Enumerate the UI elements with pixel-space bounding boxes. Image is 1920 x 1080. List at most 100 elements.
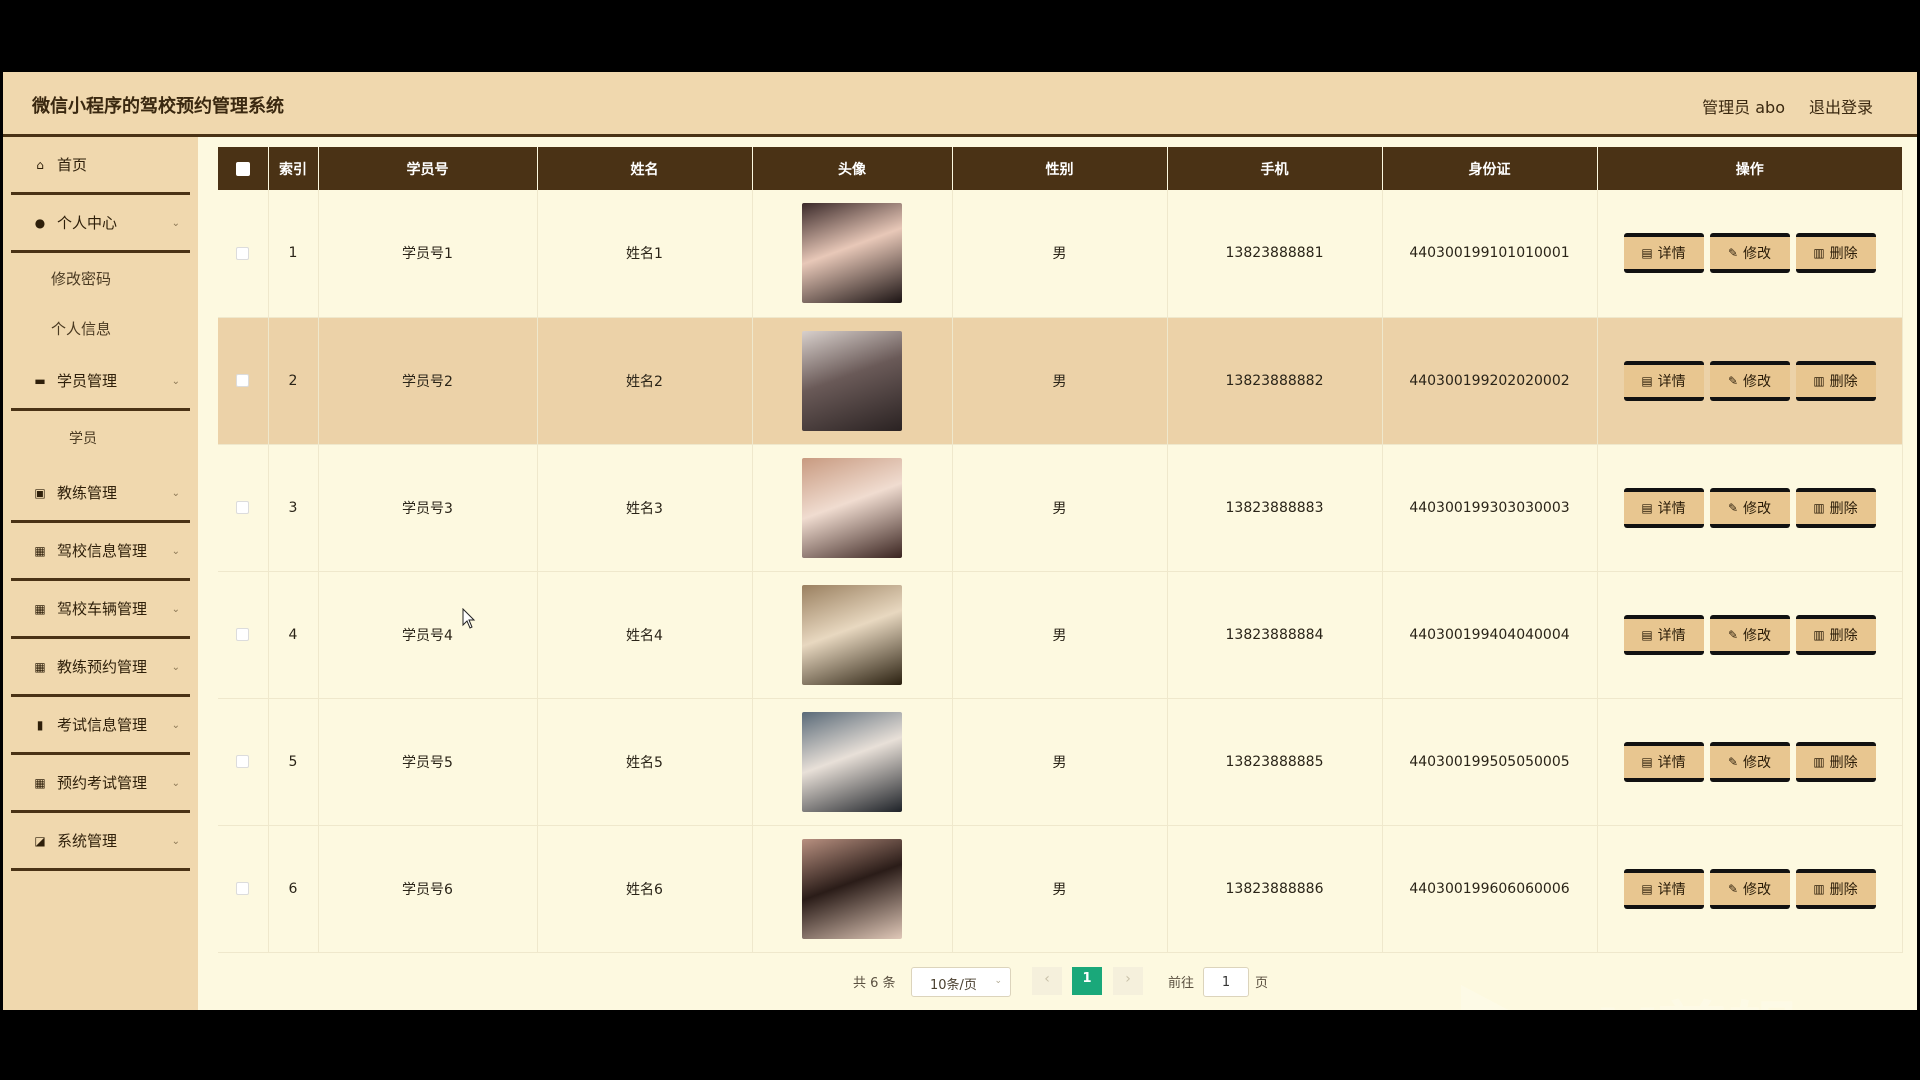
admin-user-label[interactable]: 管理员 abo xyxy=(1702,94,1785,118)
row-select-cell[interactable] xyxy=(218,571,269,699)
cell-gender: 男 xyxy=(952,317,1168,445)
cell-gender: 男 xyxy=(952,571,1168,699)
sidebar-item-exam-info-mgmt[interactable]: ▮ 考试信息管理 ⌄ xyxy=(11,697,190,755)
delete-button[interactable]: ▥ 删除 xyxy=(1795,614,1876,655)
cell-student-no: 学员号2 xyxy=(318,317,538,445)
table-row[interactable]: 6 学员号6 姓名6 男 13823888886 440300199606060006 ▤ 详… xyxy=(218,825,1903,953)
edit-button[interactable]: ✎ 修改 xyxy=(1709,360,1790,401)
next-page-button[interactable]: › xyxy=(1113,967,1143,995)
chevron-down-icon: ⌄ xyxy=(171,488,180,499)
cell-gender: 男 xyxy=(952,444,1168,572)
cell-student-no: 学员号6 xyxy=(318,825,538,953)
cell-name: 姓名2 xyxy=(537,317,753,445)
page-size-select[interactable]: 10条/页 ⌄ xyxy=(911,967,1011,997)
avatar[interactable] xyxy=(802,203,902,304)
row-select-cell[interactable] xyxy=(218,444,269,572)
avatar[interactable] xyxy=(802,457,902,558)
grid-icon: ▦ xyxy=(34,659,46,674)
row-checkbox[interactable] xyxy=(236,628,250,641)
cell-name: 姓名5 xyxy=(537,698,753,826)
sidebar-item-coach-booking-mgmt[interactable]: ▦ 教练预约管理 ⌄ xyxy=(11,639,190,697)
cell-id-card: 440300199404040004 xyxy=(1382,571,1598,699)
delete-button[interactable]: ▥ 删除 xyxy=(1795,741,1876,782)
sidebar-item-school-info-mgmt[interactable]: ▦ 驾校信息管理 ⌄ xyxy=(11,523,190,581)
edit-button[interactable]: ✎ 修改 xyxy=(1709,233,1790,274)
select-all-checkbox[interactable] xyxy=(235,161,250,176)
edit-button[interactable]: ✎ 修改 xyxy=(1709,487,1790,528)
delete-label: 删除 xyxy=(1829,500,1858,517)
row-select-cell[interactable] xyxy=(218,317,269,445)
delete-label: 删除 xyxy=(1829,373,1858,390)
sidebar-item-student-mgmt[interactable]: ▬ 学员管理 ⌄ xyxy=(11,353,190,411)
row-checkbox[interactable] xyxy=(236,882,250,895)
delete-button[interactable]: ▥ 删除 xyxy=(1795,868,1876,909)
column-header-index: 索引 xyxy=(268,147,319,190)
delete-label: 删除 xyxy=(1829,627,1858,644)
edit-label: 修改 xyxy=(1743,500,1772,517)
delete-button[interactable]: ▥ 删除 xyxy=(1795,487,1876,528)
cell-actions: ▤ 详情 ✎ 修改 ▥ 删除 xyxy=(1597,444,1903,572)
table-row[interactable]: 2 学员号2 姓名2 男 13823888882 440300199202020002 ▤ 详… xyxy=(218,317,1903,445)
sidebar-item-coach-mgmt[interactable]: ▣ 教练管理 ⌄ xyxy=(11,465,190,523)
row-select-cell[interactable] xyxy=(218,190,269,318)
chevron-down-icon: ⌄ xyxy=(171,720,180,731)
cell-gender: 男 xyxy=(952,698,1168,826)
avatar[interactable] xyxy=(802,330,902,431)
sidebar-item-exam-booking-mgmt[interactable]: ▦ 预约考试管理 ⌄ xyxy=(11,755,190,813)
select-all-header[interactable] xyxy=(218,147,269,190)
detail-button[interactable]: ▤ 详情 xyxy=(1623,614,1704,655)
row-checkbox[interactable] xyxy=(236,755,250,768)
table-row[interactable]: 4 学员号4 姓名4 男 13823888884 440300199404040004 ▤ 详… xyxy=(218,571,1903,699)
edit-button[interactable]: ✎ 修改 xyxy=(1709,741,1790,782)
table-header-row: 索引 学员号 姓名 头像 性别 手机 身份证 操作 xyxy=(218,147,1902,190)
edit-button[interactable]: ✎ 修改 xyxy=(1709,868,1790,909)
chevron-down-icon: ⌄ xyxy=(171,778,180,789)
cell-name: 姓名4 xyxy=(537,571,753,699)
table-row[interactable]: 3 学员号3 姓名3 男 13823888883 440300199303030003 ▤ 详… xyxy=(218,444,1903,572)
table-row[interactable]: 1 学员号1 姓名1 男 13823888881 440300199101010001 ▤ 详… xyxy=(218,190,1903,318)
pagination-total: 共 6 条 xyxy=(853,976,896,991)
logout-button[interactable]: 退出登录 xyxy=(1809,94,1873,118)
sidebar-item-change-password[interactable]: 修改密码 xyxy=(11,253,190,303)
avatar[interactable] xyxy=(802,838,902,939)
row-select-cell[interactable] xyxy=(218,698,269,826)
detail-button[interactable]: ▤ 详情 xyxy=(1623,868,1704,909)
table-row[interactable]: 5 学员号5 姓名5 男 13823888885 440300199505050005 ▤ 详… xyxy=(218,698,1903,826)
sidebar-item-label: 驾校信息管理 xyxy=(57,542,148,560)
detail-button[interactable]: ▤ 详情 xyxy=(1623,233,1704,274)
row-checkbox[interactable] xyxy=(236,374,250,387)
page-unit-label: 页 xyxy=(1255,976,1269,991)
sidebar: ⌂ 首页 ● 个人中心 ⌄ 修改密码 个人信息 ▬ 学员管理 ⌄ 学员 ▣ 教练… xyxy=(3,137,198,1010)
edit-button[interactable]: ✎ 修改 xyxy=(1709,614,1790,655)
detail-button[interactable]: ▤ 详情 xyxy=(1623,741,1704,782)
cell-index: 6 xyxy=(268,825,319,953)
row-select-cell[interactable] xyxy=(218,825,269,953)
sidebar-item-personal-center[interactable]: ● 个人中心 ⌄ xyxy=(11,195,190,253)
grid-icon: ▦ xyxy=(34,543,46,558)
row-checkbox[interactable] xyxy=(236,501,250,514)
sidebar-item-personal-info[interactable]: 个人信息 xyxy=(11,303,190,353)
sidebar-item-vehicle-mgmt[interactable]: ▦ 驾校车辆管理 ⌄ xyxy=(11,581,190,639)
cell-student-no: 学员号3 xyxy=(318,444,538,572)
sidebar-item-student[interactable]: 学员 xyxy=(11,411,190,465)
grid-icon: ▦ xyxy=(34,775,46,790)
goto-page-input[interactable] xyxy=(1203,967,1249,997)
avatar[interactable] xyxy=(802,711,902,812)
detail-button[interactable]: ▤ 详情 xyxy=(1623,360,1704,401)
detail-button[interactable]: ▤ 详情 xyxy=(1623,487,1704,528)
avatar[interactable] xyxy=(802,584,902,685)
delete-button[interactable]: ▥ 删除 xyxy=(1795,360,1876,401)
current-page-button[interactable]: 1 xyxy=(1072,967,1102,995)
sidebar-item-home[interactable]: ⌂ 首页 xyxy=(11,137,190,195)
prev-page-button[interactable]: ‹ xyxy=(1032,967,1062,995)
briefcase-icon: ▬ xyxy=(34,373,46,388)
sidebar-item-label: 个人中心 xyxy=(57,214,118,232)
row-checkbox[interactable] xyxy=(236,246,250,260)
trash-icon: ▥ xyxy=(1813,246,1825,261)
sidebar-item-system-mgmt[interactable]: ◪ 系统管理 ⌄ xyxy=(11,813,190,871)
delete-button[interactable]: ▥ 删除 xyxy=(1795,233,1876,274)
cell-name: 姓名1 xyxy=(537,190,753,318)
cell-phone: 13823888884 xyxy=(1167,571,1383,699)
chevron-down-icon: ⌄ xyxy=(994,976,1002,986)
edit-label: 修改 xyxy=(1743,246,1772,263)
